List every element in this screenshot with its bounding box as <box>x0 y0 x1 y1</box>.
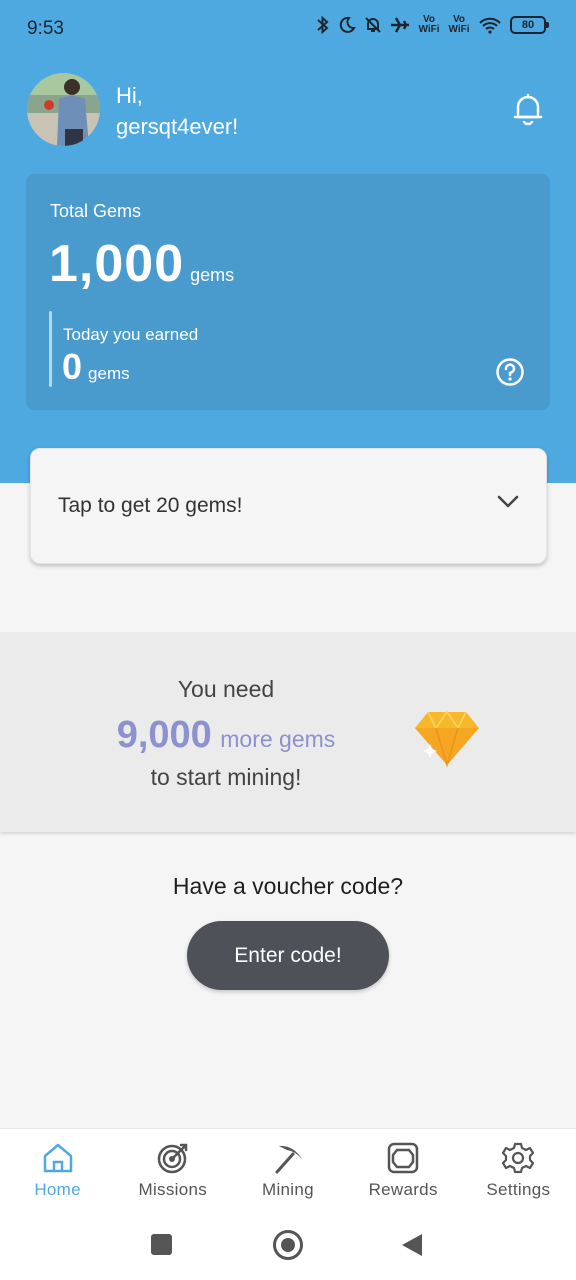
today-earned-label: Today you earned <box>63 325 199 344</box>
moon-icon <box>339 16 356 33</box>
nav-home-label: Home <box>34 1180 81 1199</box>
mining-requirement-panel: You need 9,000 more gems to start mining… <box>0 632 576 832</box>
home-icon <box>43 1143 72 1173</box>
greeting-username: gersqt4ever! <box>116 114 239 139</box>
bell-icon[interactable] <box>511 92 545 126</box>
total-gems-card: Total Gems 1,000 gems Today you earned 0… <box>26 174 550 410</box>
bell-muted-icon <box>365 17 381 33</box>
nav-mining[interactable]: Mining <box>230 1129 345 1211</box>
avatar[interactable] <box>27 73 100 146</box>
chevron-down-icon[interactable] <box>497 495 519 509</box>
vowifi-indicator: Vo WiFi <box>418 14 440 35</box>
bluetooth-icon <box>317 15 329 35</box>
mining-requirement-line3: to start mining! <box>150 764 302 790</box>
total-gems-label: Total Gems <box>50 201 142 221</box>
nav-settings[interactable]: Settings <box>461 1129 576 1211</box>
required-gems-suffix: more gems <box>220 726 336 752</box>
system-navigation-bar <box>0 1210 576 1280</box>
recents-button[interactable] <box>151 1234 172 1255</box>
total-gems-unit: gems <box>190 265 235 285</box>
help-icon[interactable] <box>495 357 525 387</box>
status-icons: Vo WiFi Vo WiFi 80 <box>316 14 549 35</box>
enter-code-button[interactable]: Enter code! <box>187 921 389 990</box>
status-time: 9:53 <box>27 18 64 39</box>
today-earned-number: 0 <box>62 346 83 387</box>
nav-settings-label: Settings <box>486 1180 551 1199</box>
home-button[interactable] <box>273 1230 303 1260</box>
nav-missions-label: Missions <box>138 1180 208 1199</box>
nav-home[interactable]: Home <box>0 1129 115 1211</box>
required-gems-number: 9,000 <box>116 714 212 756</box>
gear-icon <box>502 1142 535 1174</box>
total-gems-value: 1,000 gems <box>49 234 234 294</box>
nav-rewards-label: Rewards <box>368 1180 438 1199</box>
total-gems-number: 1,000 <box>49 235 185 293</box>
nav-rewards[interactable]: Rewards <box>346 1129 461 1211</box>
today-earned-unit: gems <box>88 364 130 383</box>
nav-mining-label: Mining <box>262 1180 314 1199</box>
status-bar: 9:53 Vo WiFi Vo WiFi 80 <box>0 0 576 58</box>
voucher-title: Have a voucher code? <box>172 873 404 899</box>
pickaxe-icon <box>275 1145 302 1174</box>
bottom-nav: Home Missions Mining Rewards Settings <box>0 1128 576 1210</box>
airplane-icon <box>391 17 409 33</box>
vowifi-indicator: Vo WiFi <box>448 14 470 35</box>
tap-for-gems-card[interactable]: Tap to get 20 gems! <box>30 448 547 564</box>
tap-for-gems-label: Tap to get 20 gems! <box>58 494 243 517</box>
divider-bar <box>49 311 52 387</box>
today-earned-value: 0 gems <box>62 346 130 388</box>
gift-box-icon <box>387 1142 419 1174</box>
target-icon <box>157 1143 188 1174</box>
nav-missions[interactable]: Missions <box>115 1129 230 1211</box>
greeting: Hi, gersqt4ever! <box>116 80 238 142</box>
back-button[interactable] <box>402 1234 422 1256</box>
mining-requirement-amount: 9,000 more gems <box>0 714 452 757</box>
wifi-icon <box>479 17 501 34</box>
mining-requirement-line1: You need <box>177 676 275 702</box>
greeting-hi: Hi, <box>116 83 143 108</box>
battery-indicator: 80 <box>510 16 549 34</box>
diamond-icon <box>415 710 479 768</box>
